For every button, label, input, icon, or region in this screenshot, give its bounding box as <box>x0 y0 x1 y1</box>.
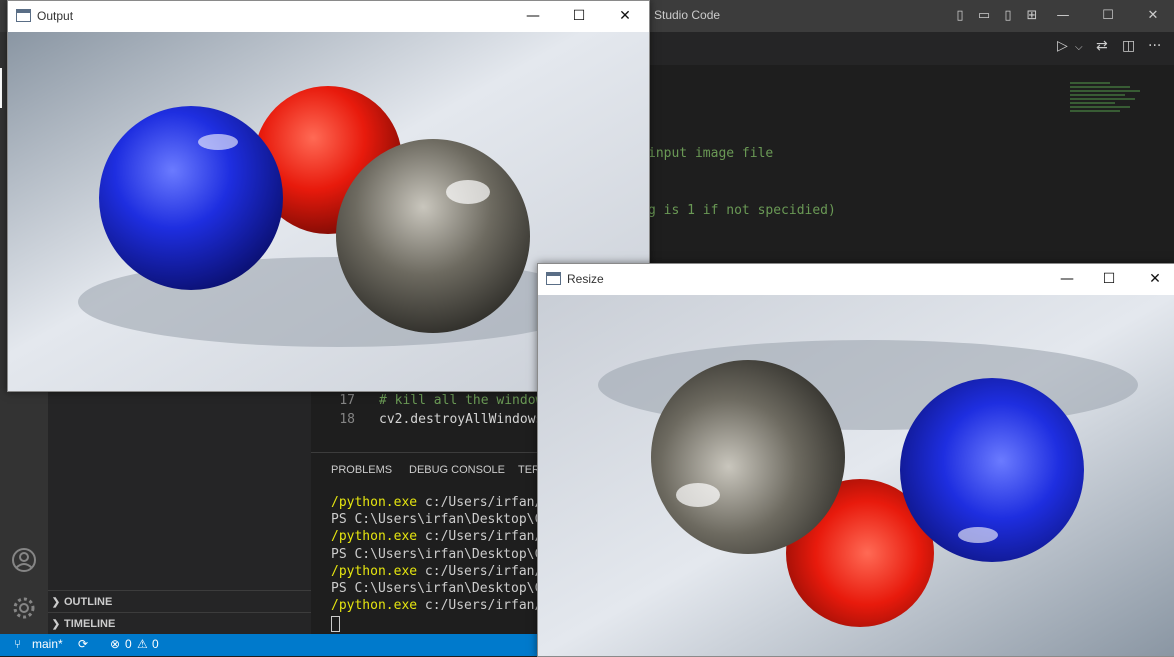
code-fragment-2: g is 1 if not specidied) <box>648 203 836 218</box>
source-control-compare-icon[interactable]: ⇄ <box>1096 38 1108 54</box>
vscode-maximize-button[interactable]: ☐ <box>1098 6 1118 26</box>
timeline-label: TIMELINE <box>64 618 116 630</box>
line-number: 17 <box>339 393 355 408</box>
sync-icon[interactable]: ⟳ <box>78 637 88 651</box>
toggle-sidebar-icon[interactable]: ▯ <box>950 6 970 26</box>
minimap[interactable] <box>1070 82 1170 142</box>
line-number: 18 <box>339 412 355 427</box>
terminal-line: /python.exe c:/Users/irfan/Des <box>331 564 566 579</box>
error-count[interactable]: 0 <box>125 637 132 651</box>
toggle-secondary-sidebar-icon[interactable]: ▯ <box>998 6 1018 26</box>
code-fragment-4: cv2.destroyAllWindows <box>379 412 544 427</box>
output-titlebar[interactable]: Output — ☐ ✕ <box>8 1 649 31</box>
settings-gear-icon[interactable] <box>10 594 38 622</box>
terminal-text: PS C:\Users\irfan\Desktop\CV_E <box>331 546 566 562</box>
vscode-window-title: l Studio Code <box>648 8 721 22</box>
terminal-command-path: /python.exe <box>331 598 418 614</box>
output-window-title: Output <box>37 9 74 23</box>
vscode-close-button[interactable]: ✕ <box>1143 6 1163 26</box>
terminal-line: /python.exe c:/Users/irfan/Des <box>331 598 566 613</box>
terminal-line: /python.exe c:/Users/irfan/Des <box>331 495 566 510</box>
account-icon[interactable] <box>10 546 38 574</box>
more-actions-icon[interactable]: ··· <box>1148 38 1161 54</box>
terminal-text: PS C:\Users\irfan\Desktop\CV_E <box>331 581 566 596</box>
resize-window-title: Resize <box>567 272 604 286</box>
resize-window[interactable]: Resize — ☐ ✕ <box>537 263 1174 657</box>
error-icon[interactable]: ⊗ <box>110 637 120 651</box>
resize-titlebar[interactable]: Resize — ☐ ✕ <box>538 264 1174 294</box>
window-app-icon <box>16 9 31 22</box>
terminal-cursor <box>331 616 340 632</box>
resize-maximize-button[interactable]: ☐ <box>1086 264 1132 294</box>
resize-image <box>538 295 1174 656</box>
active-indicator <box>0 68 2 108</box>
outline-label: OUTLINE <box>64 596 113 608</box>
toggle-panel-icon[interactable]: ▭ <box>974 6 994 26</box>
output-close-button[interactable]: ✕ <box>602 1 648 31</box>
terminal-text: PS C:\Users\irfan\Desktop\CV_E <box>331 512 566 528</box>
window-app-icon <box>546 272 561 285</box>
terminal-line: /python.exe c:/Users/irfan/Des <box>331 529 566 544</box>
terminal-command-path: /python.exe <box>331 563 418 579</box>
warning-icon[interactable]: ⚠ <box>137 637 148 651</box>
code-fragment-3: # kill all the window <box>379 393 544 408</box>
run-icon[interactable]: ▷ <box>1057 38 1068 54</box>
run-dropdown-icon[interactable]: ⌵ <box>1075 42 1083 53</box>
resize-close-button[interactable]: ✕ <box>1132 264 1174 294</box>
tab-debug-console[interactable]: DEBUG CONSOLE <box>409 464 505 476</box>
timeline-section[interactable]: ❯ TIMELINE <box>48 612 311 635</box>
tab-problems[interactable]: PROBLEMS <box>331 464 392 476</box>
outline-section[interactable]: ❯ OUTLINE <box>48 590 311 613</box>
chevron-right-icon: ❯ <box>51 597 61 608</box>
terminal-line: PS C:\Users\irfan\Desktop\CV_E <box>331 581 566 596</box>
vscode-minimize-button[interactable]: — <box>1053 6 1073 26</box>
git-branch-icon[interactable]: ⑂ <box>14 637 21 651</box>
customize-layout-icon[interactable]: ⊞ <box>1022 6 1042 26</box>
code-fragment-1: input image file <box>648 146 774 161</box>
terminal-command-path: /python.exe <box>331 529 418 545</box>
terminal-line: PS C:\Users\irfan\Desktop\CV_E <box>331 512 566 527</box>
output-maximize-button[interactable]: ☐ <box>556 1 602 31</box>
resize-minimize-button[interactable]: — <box>1044 264 1090 294</box>
split-editor-icon[interactable]: ◫ <box>1122 38 1135 54</box>
output-minimize-button[interactable]: — <box>510 1 556 31</box>
terminal-command-path: /python.exe <box>331 495 418 510</box>
warning-count[interactable]: 0 <box>152 637 159 651</box>
chevron-right-icon: ❯ <box>51 619 61 630</box>
branch-name[interactable]: main* <box>32 637 63 651</box>
terminal-line: PS C:\Users\irfan\Desktop\CV_E <box>331 547 566 562</box>
